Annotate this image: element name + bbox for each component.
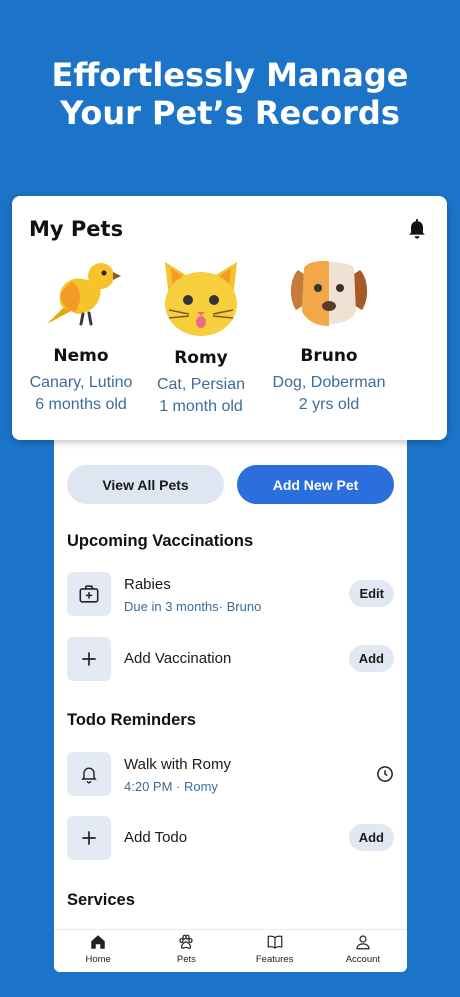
pet-breed: Dog, Doberman xyxy=(272,374,386,391)
pet-card-romy[interactable]: Romy Cat, Persian 1 month old xyxy=(131,258,271,418)
app-screen: View All Pets Add New Pet Upcoming Vacci… xyxy=(54,420,407,972)
pet-age: 6 months old xyxy=(35,396,127,413)
pet-name: Bruno xyxy=(300,346,358,366)
vaccination-item[interactable]: Rabies Due in 3 months· Bruno Edit xyxy=(67,572,394,616)
bottom-tab-bar: Home Pets Features Account xyxy=(54,929,407,972)
tab-features[interactable]: Features xyxy=(231,930,319,972)
bell-icon xyxy=(67,752,111,796)
add-vaccination-button[interactable]: Add xyxy=(348,645,394,672)
services-heading: Services xyxy=(67,891,135,909)
add-vaccination-row[interactable]: Add Vaccination Add xyxy=(67,637,394,681)
plus-icon xyxy=(67,816,111,860)
paw-icon xyxy=(179,934,193,949)
add-todo-label: Add Todo xyxy=(124,829,188,846)
tab-home[interactable]: Home xyxy=(54,930,142,972)
my-pets-title: My Pets xyxy=(29,217,124,241)
tab-account-label: Account xyxy=(345,954,381,965)
pet-card-nemo[interactable]: Nemo Canary, Lutino 6 months old xyxy=(11,258,151,416)
todo-item[interactable]: Walk with Romy 4:20 PM · Romy xyxy=(67,752,394,796)
add-vaccination-label: Add Vaccination xyxy=(124,650,232,667)
vaccination-title: Rabies xyxy=(124,576,171,593)
user-icon xyxy=(356,935,370,950)
my-pets-card: My Pets Nemo Canary, Lutino 6 months old xyxy=(12,196,447,440)
edit-vaccination-button[interactable]: Edit xyxy=(349,580,394,607)
pet-age: 2 yrs old xyxy=(298,396,360,413)
tab-features-label: Features xyxy=(255,954,294,965)
pet-breed: Canary, Lutino xyxy=(29,374,133,391)
clock-icon[interactable] xyxy=(376,765,394,783)
pet-breed: Cat, Persian xyxy=(156,376,246,393)
medical-kit-icon xyxy=(67,572,111,616)
vaccinations-heading: Upcoming Vaccinations xyxy=(67,532,254,550)
headline-line-2: Your Pet’s Records xyxy=(60,94,400,132)
tab-home-label: Home xyxy=(85,954,111,965)
pet-name: Nemo xyxy=(53,346,109,366)
book-icon xyxy=(267,935,282,949)
add-todo-button[interactable]: Add xyxy=(348,824,394,851)
pet-card-bruno[interactable]: Bruno Dog, Doberman 2 yrs old xyxy=(259,258,399,416)
bird-icon xyxy=(47,263,121,326)
todo-subtitle: 4:20 PM · Romy xyxy=(124,779,218,794)
tab-pets[interactable]: Pets xyxy=(142,930,230,972)
bell-icon[interactable] xyxy=(406,216,428,240)
add-new-pet-button[interactable]: Add New Pet xyxy=(237,465,394,504)
plus-icon xyxy=(67,637,111,681)
add-todo-row[interactable]: Add Todo Add xyxy=(67,816,394,860)
todo-heading: Todo Reminders xyxy=(67,711,196,729)
home-icon xyxy=(91,935,105,949)
cat-icon xyxy=(165,262,237,336)
dog-icon xyxy=(290,260,368,326)
headline: Effortlessly Manage Your Pet’s Records xyxy=(0,56,460,132)
tab-pets-label: Pets xyxy=(176,954,196,965)
pet-age: 1 month old xyxy=(159,398,243,415)
view-all-pets-button[interactable]: View All Pets xyxy=(67,465,224,504)
tab-account[interactable]: Account xyxy=(319,930,407,972)
headline-line-1: Effortlessly Manage xyxy=(51,56,409,94)
pet-name: Romy xyxy=(174,348,228,368)
todo-title: Walk with Romy xyxy=(124,756,231,773)
vaccination-subtitle: Due in 3 months· Bruno xyxy=(124,599,262,614)
